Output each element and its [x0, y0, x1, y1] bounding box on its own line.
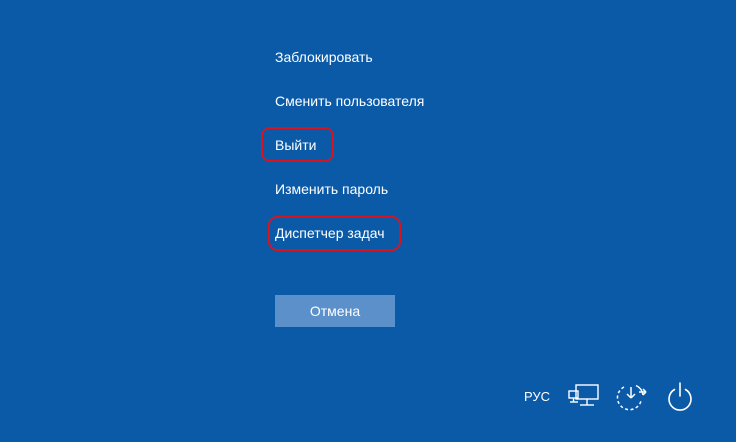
menu-item-sign-out[interactable]: Выйти [275, 136, 316, 154]
network-icon[interactable] [567, 382, 601, 417]
menu-item-change-password[interactable]: Изменить пароль [275, 180, 388, 198]
menu-item-switch-user[interactable]: Сменить пользователя [275, 92, 424, 110]
cancel-button[interactable]: Отмена [275, 295, 395, 327]
language-indicator[interactable]: РУС [524, 389, 550, 405]
menu-item-task-manager[interactable]: Диспетчер задач [275, 224, 385, 242]
power-icon[interactable] [664, 380, 696, 419]
menu-item-lock[interactable]: Заблокировать [275, 48, 373, 66]
ctrl-alt-del-screen: Заблокировать Сменить пользователя Выйти… [0, 0, 736, 442]
ease-of-access-icon[interactable] [614, 380, 650, 419]
